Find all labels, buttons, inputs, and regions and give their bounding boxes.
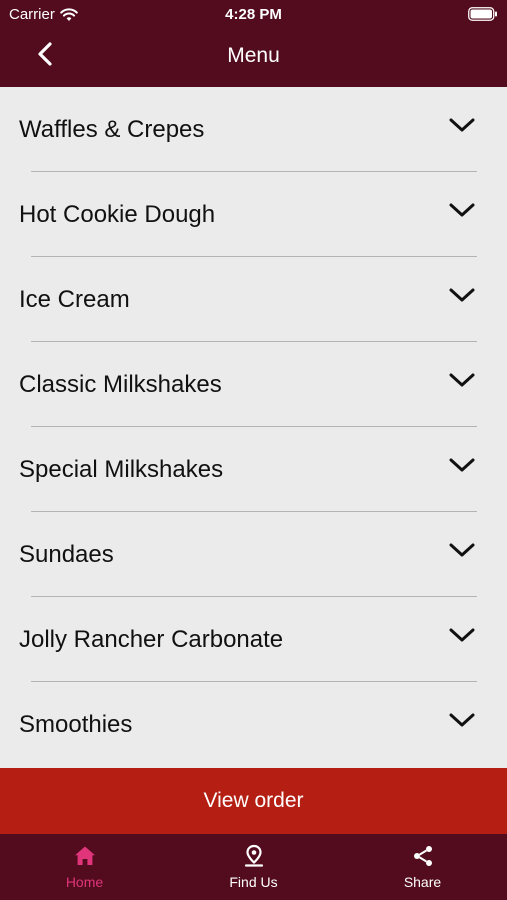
category-row-classic-milkshakes[interactable]: Classic Milkshakes [0,342,507,427]
tab-find-us[interactable]: Find Us [169,834,338,900]
menu-category-list: Waffles & Crepes Hot Cookie Dough Ice Cr… [0,87,507,768]
chevron-down-icon[interactable] [448,370,476,390]
status-bar: Carrier 4:28 PM [0,0,507,30]
view-order-button[interactable]: View order [0,768,507,834]
tab-label: Share [403,874,442,890]
chevron-down-icon[interactable] [448,540,476,560]
tab-label: Find Us [229,874,278,890]
page-title: Menu [227,44,280,67]
category-label: Sundaes [19,541,114,568]
share-icon [413,846,432,866]
category-row-ice-cream[interactable]: Ice Cream [0,257,507,342]
category-label: Smoothies [19,711,133,738]
category-row-hot-cookie-dough[interactable]: Hot Cookie Dough [0,172,507,257]
app-header: Carrier 4:28 PM Menu [0,0,507,87]
home-icon [74,846,95,865]
category-label: Ice Cream [19,286,130,313]
chevron-down-icon[interactable] [448,455,476,475]
status-time: 4:28 PM [225,6,282,23]
chevron-down-icon[interactable] [448,285,476,305]
category-label: Hot Cookie Dough [19,201,216,228]
category-row-special-milkshakes[interactable]: Special Milkshakes [0,427,507,512]
tab-bar: Home Find Us Share [0,834,507,900]
view-order-label: View order [203,789,304,812]
category-row-smoothies[interactable]: Smoothies [0,682,507,767]
battery-icon [468,7,497,21]
category-label: Jolly Rancher Carbonate [19,626,284,653]
chevron-down-icon[interactable] [448,625,476,645]
category-row-sundaes[interactable]: Sundaes [0,512,507,597]
category-row-jolly-rancher-carbonate[interactable]: Jolly Rancher Carbonate [0,597,507,682]
tab-home[interactable]: Home [0,834,169,900]
tab-label: Home [65,874,104,890]
map-pin-icon [244,844,263,867]
category-row-waffles-crepes[interactable]: Waffles & Crepes [0,87,507,172]
category-label: Special Milkshakes [19,456,224,483]
chevron-down-icon[interactable] [448,200,476,220]
nav-bar: Menu [0,30,507,87]
tab-share[interactable]: Share [338,834,507,900]
category-label: Classic Milkshakes [19,371,222,398]
category-label: Waffles & Crepes [19,116,205,143]
chevron-down-icon[interactable] [448,115,476,135]
chevron-down-icon[interactable] [448,710,476,730]
